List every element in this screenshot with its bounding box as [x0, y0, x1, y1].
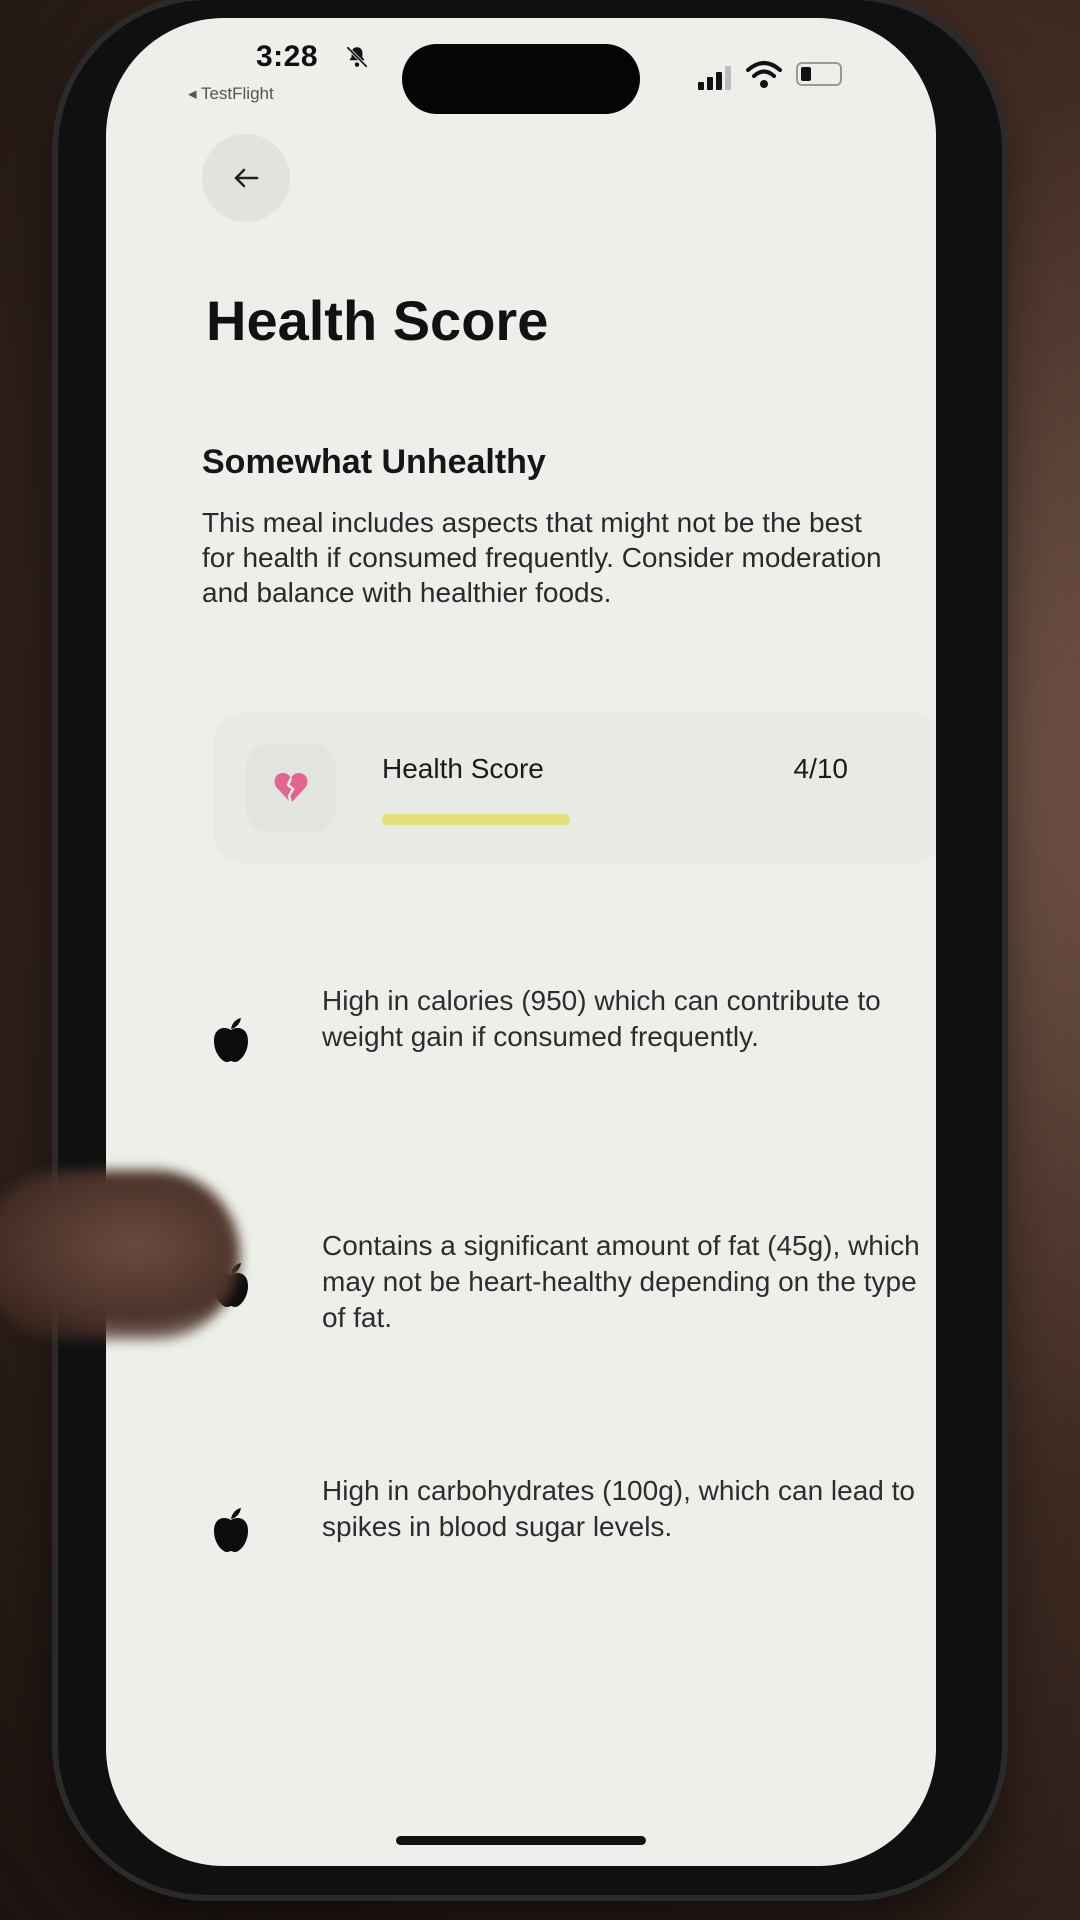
- wifi-icon: [746, 61, 782, 88]
- score-value: 4/10: [793, 753, 849, 784]
- dynamic-island: [402, 44, 640, 114]
- arrow-left-icon: [234, 168, 259, 188]
- insight-text: High in carbohydrates (100g), which can …: [322, 1475, 916, 1542]
- insight-text: High in calories (950) which can contrib…: [322, 985, 881, 1052]
- app-screen: 3:28 ◂ TestFlight Health Score Somewhat …: [106, 18, 936, 1866]
- home-indicator[interactable]: [396, 1836, 646, 1845]
- battery-level: [801, 67, 811, 81]
- health-score-card: Health Score 4/10: [214, 713, 936, 863]
- apple-icon: [206, 1013, 256, 1067]
- finger-overlay: [0, 1170, 240, 1340]
- score-icon-container: [246, 743, 336, 833]
- broken-heart-icon: [274, 773, 308, 804]
- rating-description: This meal includes aspects that might no…: [202, 507, 882, 608]
- phone-frame: 3:28 ◂ TestFlight Health Score Somewhat …: [58, 0, 1002, 1895]
- status-time: 3:28: [256, 40, 319, 73]
- cellular-signal-icon: [698, 66, 731, 90]
- apple-icon: [206, 1503, 256, 1557]
- score-progress-track: [382, 814, 852, 825]
- back-button[interactable]: [202, 134, 290, 222]
- back-to-testflight-link[interactable]: ◂ TestFlight: [188, 84, 274, 104]
- page-title: Health Score: [206, 289, 549, 352]
- score-label: Health Score: [382, 753, 544, 784]
- status-bar: 3:28 ◂ TestFlight: [106, 18, 936, 128]
- battery-icon: [796, 62, 842, 86]
- insight-text: Contains a significant amount of fat (45…: [322, 1230, 920, 1333]
- score-progress-fill: [382, 814, 570, 825]
- bell-slash-icon: [346, 46, 368, 68]
- rating-heading: Somewhat Unhealthy: [202, 443, 546, 481]
